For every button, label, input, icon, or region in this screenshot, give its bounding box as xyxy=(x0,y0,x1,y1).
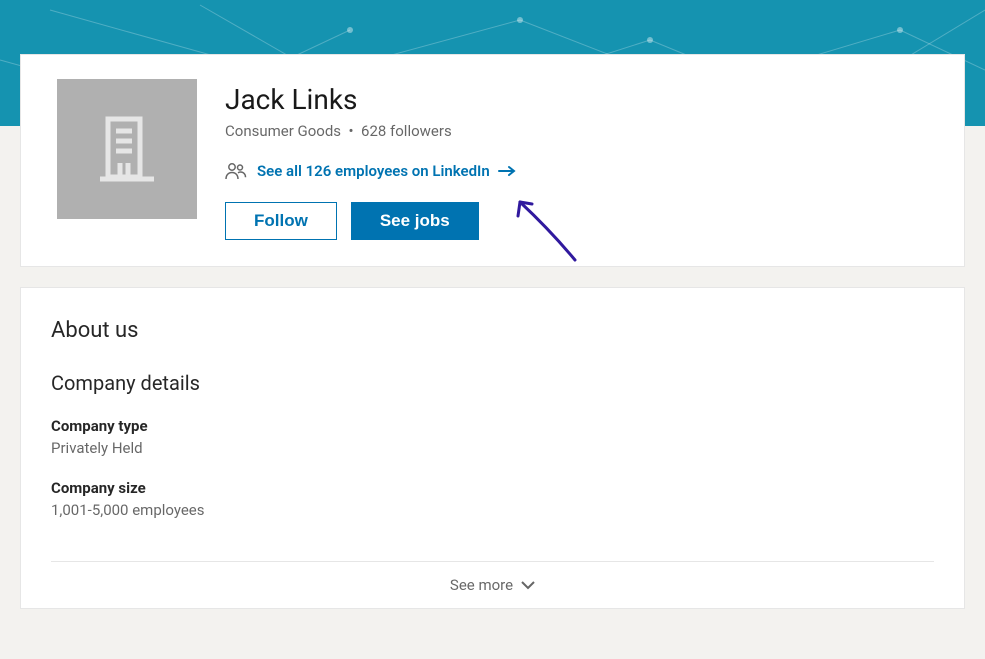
company-header-card: Jack Links Consumer Goods • 628 follower… xyxy=(20,54,965,267)
company-logo-placeholder xyxy=(57,79,197,219)
about-heading: About us xyxy=(51,318,934,343)
about-card: About us Company details Company type Pr… xyxy=(20,287,965,609)
arrow-right-icon xyxy=(498,165,516,177)
company-size-value: 1,001-5,000 employees xyxy=(51,501,934,519)
company-type-value: Privately Held xyxy=(51,439,934,457)
chevron-down-icon xyxy=(521,581,535,590)
see-more-button[interactable]: See more xyxy=(51,561,934,608)
company-subline: Consumer Goods • 628 followers xyxy=(225,122,516,140)
company-type-field: Company type Privately Held xyxy=(51,417,934,457)
company-size-field: Company size 1,001-5,000 employees xyxy=(51,479,934,519)
company-name: Jack Links xyxy=(225,83,516,116)
follow-button[interactable]: Follow xyxy=(225,202,337,240)
see-jobs-button[interactable]: See jobs xyxy=(351,202,479,240)
people-icon xyxy=(225,162,247,180)
building-icon xyxy=(98,115,156,183)
company-type-label: Company type xyxy=(51,417,934,435)
industry-text: Consumer Goods xyxy=(225,122,341,140)
followers-count: 628 followers xyxy=(361,122,452,140)
company-size-label: Company size xyxy=(51,479,934,497)
company-details-heading: Company details xyxy=(51,371,934,395)
see-all-employees-link[interactable]: See all 126 employees on LinkedIn xyxy=(257,162,516,180)
